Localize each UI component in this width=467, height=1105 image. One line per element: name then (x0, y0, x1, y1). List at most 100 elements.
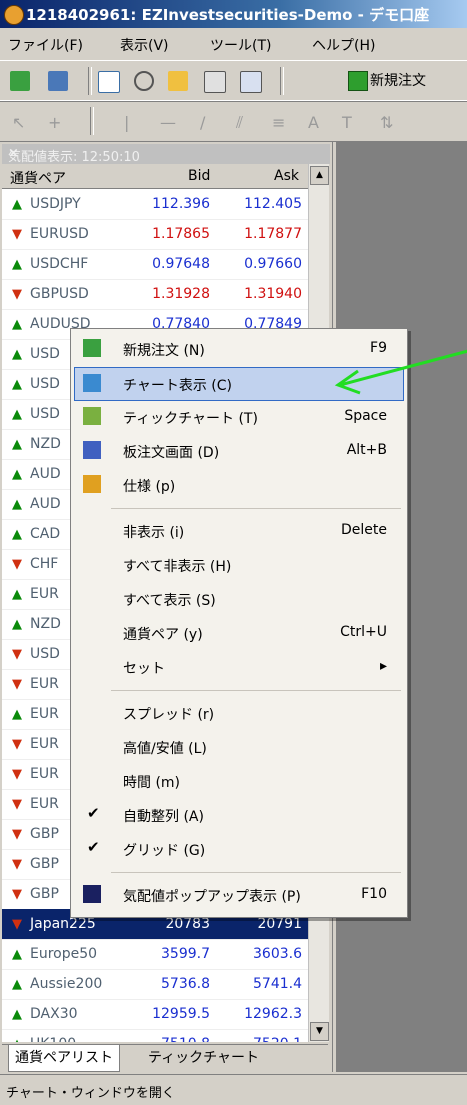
scroll-up-icon[interactable]: ▲ (310, 166, 329, 185)
horizontal-line-icon[interactable]: — (160, 113, 176, 132)
symbol-cell: GBP (30, 886, 59, 902)
status-text: チャート・ウィンドウを開く (6, 1086, 175, 1101)
symbol-cell: USDCHF (30, 256, 89, 272)
bid-cell: 20783 (165, 916, 210, 932)
popup-icon (83, 885, 101, 903)
table-row[interactable]: ▲ Aussie200 5736.8 5741.4 (2, 969, 308, 1000)
context-menu-item[interactable]: 仕様 (p) (75, 469, 403, 501)
vertical-line-icon[interactable]: | (124, 113, 129, 132)
context-menu-item[interactable]: セット ▸ (75, 651, 403, 683)
menu-tools[interactable]: ツール(T) (210, 35, 271, 55)
text-icon[interactable]: A (308, 113, 319, 132)
menu-item-label: 時間 (m) (123, 775, 181, 791)
symbol-cell: EUR (30, 706, 59, 722)
context-menu-item[interactable]: 気配値ポップアップ表示 (P) F10 (75, 879, 403, 911)
new-order-button[interactable]: 新規注文 (348, 70, 426, 91)
down-arrow-icon: ▼ (12, 917, 22, 932)
table-row[interactable]: ▼ GBPUSD 1.31928 1.31940 (2, 279, 308, 310)
up-arrow-icon: ▲ (12, 347, 22, 362)
context-menu-item[interactable]: 高値/安値 (L) (75, 731, 403, 763)
profiles-icon[interactable] (48, 71, 68, 91)
symbol-cell: CHF (30, 556, 59, 572)
close-icon[interactable]: × (8, 146, 324, 161)
toolbar-separator (90, 107, 94, 135)
up-arrow-icon: ▲ (12, 467, 22, 482)
up-arrow-icon: ▲ (12, 257, 22, 272)
context-menu-item[interactable]: ✔ 自動整列 (A) (75, 799, 403, 831)
tab-symbols-list[interactable]: 通貨ペアリスト (8, 1045, 120, 1072)
down-arrow-icon: ▼ (12, 287, 22, 302)
context-menu-item[interactable]: ✔ グリッド (G) (75, 833, 403, 865)
bid-cell: 0.97648 (152, 256, 210, 272)
text-label-icon[interactable]: T (342, 113, 352, 132)
menu-item-label: セット (123, 661, 165, 677)
ask-cell: 1.31940 (244, 286, 302, 302)
crosshair-icon[interactable]: + (48, 113, 61, 132)
channel-icon[interactable]: ⫽ (236, 113, 243, 133)
window-titlebar[interactable]: 1218402961: EZInvestsecurities-Demo - デモ… (0, 0, 467, 28)
down-arrow-icon: ▼ (12, 647, 22, 662)
bid-cell: 7510.8 (142, 1036, 210, 1042)
context-menu-item[interactable]: ティックチャート (T) Space (75, 401, 403, 433)
menu-help[interactable]: ヘルプ(H) (312, 35, 375, 55)
table-row[interactable]: ▼ EURUSD 1.17865 1.17877 (2, 219, 308, 250)
new-order-icon (83, 339, 101, 357)
menu-item-shortcut: F10 (361, 886, 387, 902)
table-row[interactable]: ▲ UK100 7510.8 7520.1 (2, 1029, 308, 1042)
symbol-cell: USD (30, 646, 60, 662)
table-row[interactable]: ▲ USDJPY 112.396 112.405 (2, 189, 308, 220)
up-arrow-icon: ▲ (12, 947, 22, 962)
menu-separator (111, 508, 401, 509)
menu-separator (111, 690, 401, 691)
down-arrow-icon: ▼ (12, 887, 22, 902)
toolbar-separator (280, 67, 284, 95)
new-chart-icon[interactable] (10, 71, 30, 91)
symbol-cell: NZD (30, 616, 61, 632)
up-arrow-icon: ▲ (12, 377, 22, 392)
table-row[interactable]: ▲ DAX30 12959.5 12962.3 (2, 999, 308, 1030)
trendline-icon[interactable]: / (200, 113, 205, 132)
crosshair-target-icon[interactable] (134, 71, 154, 91)
table-row[interactable]: ▲ USDCHF 0.97648 0.97660 (2, 249, 308, 280)
ask-cell: 0.97660 (244, 256, 302, 272)
menu-item-label: チャート表示 (C) (123, 378, 233, 394)
menu-item-label: グリッド (G) (123, 843, 206, 859)
check-icon: ✔ (87, 838, 100, 856)
bid-cell: 12959.5 (152, 1006, 210, 1022)
context-menu-item[interactable]: すべて非表示 (H) (75, 549, 403, 581)
symbol-column-header[interactable]: 通貨ペア (10, 168, 66, 188)
arrows-icon[interactable]: ⇅ (380, 113, 393, 132)
scroll-down-icon[interactable]: ▼ (310, 1022, 329, 1041)
table-row[interactable]: ▲ Europe50 3599.7 3603.6 (2, 939, 308, 970)
market-watch-icon[interactable] (98, 71, 120, 93)
ask-column-header[interactable]: Ask (274, 168, 299, 184)
context-menu-item[interactable]: すべて表示 (S) (75, 583, 403, 615)
up-arrow-icon: ▲ (12, 707, 22, 722)
symbol-cell: AUD (30, 496, 61, 512)
context-menu-item[interactable]: 時間 (m) (75, 765, 403, 797)
terminal-icon[interactable] (204, 71, 226, 93)
up-arrow-icon: ▲ (12, 497, 22, 512)
tab-tick-chart[interactable]: ティックチャート (142, 1045, 265, 1071)
menu-item-label: 自動整列 (A) (123, 809, 204, 825)
symbol-cell: EURUSD (30, 226, 89, 242)
symbol-cell: Japan225 (30, 916, 96, 932)
context-menu-item[interactable]: スプレッド (r) (75, 697, 403, 729)
menu-view[interactable]: 表示(V) (120, 35, 169, 55)
chart-icon (83, 374, 101, 392)
cursor-icon[interactable]: ↖ (12, 113, 25, 132)
context-menu-item[interactable]: 非表示 (i) Delete (75, 515, 403, 547)
bid-column-header[interactable]: Bid (188, 168, 210, 184)
symbol-cell: USD (30, 406, 60, 422)
fibonacci-icon[interactable]: ≡ (272, 113, 285, 132)
menu-item-label: スプレッド (r) (123, 707, 215, 723)
context-menu-item[interactable]: 通貨ペア (y) Ctrl+U (75, 617, 403, 649)
tester-icon[interactable] (240, 71, 262, 93)
context-menu-item[interactable]: 板注文画面 (D) Alt+B (75, 435, 403, 467)
menu-file[interactable]: ファイル(F) (8, 35, 83, 55)
drawing-toolbar: ↖ + | — / ⫽ ≡ A T ⇅ (0, 100, 467, 142)
ask-cell: 7520.1 (234, 1036, 302, 1042)
symbol-cell: EUR (30, 736, 59, 752)
navigator-icon[interactable] (168, 71, 188, 91)
new-order-icon (348, 71, 368, 91)
